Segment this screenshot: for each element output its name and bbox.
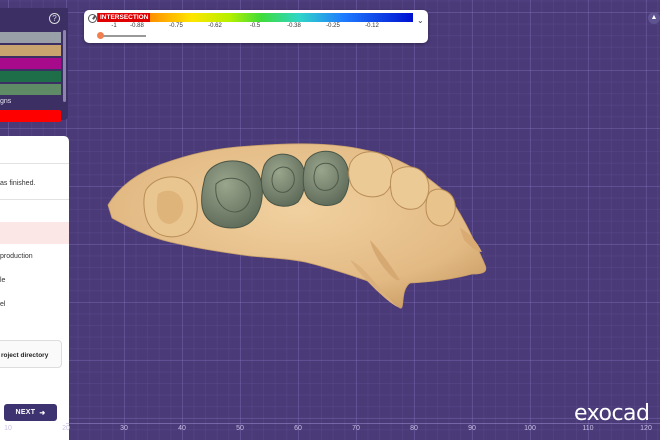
legend-tick: -0.12 (365, 23, 379, 29)
ruler-line (66, 423, 660, 424)
ruler-label: 50 (236, 425, 244, 432)
ruler-label: 70 (352, 425, 360, 432)
legend-title: INTERSECTION (98, 13, 151, 22)
tooth-incisor (425, 188, 456, 227)
workflow-option-el[interactable]: el (0, 301, 5, 308)
tooth-premolar (348, 151, 394, 198)
ruler-label: 30 (120, 425, 128, 432)
legend-tick: -0.5 (249, 23, 261, 29)
gauge-icon[interactable] (88, 14, 97, 23)
home-icon[interactable]: ▲ (648, 12, 660, 24)
ruler-label: 20 (62, 425, 70, 432)
workflow-selected-row[interactable] (0, 222, 69, 244)
legend-tick: -1 (111, 23, 117, 29)
ruler-label: 100 (524, 425, 536, 432)
ruler-label: 40 (178, 425, 186, 432)
layer-swatch-gray[interactable] (0, 32, 61, 43)
threshold-slider-thumb[interactable] (97, 32, 104, 39)
crown-3 (302, 150, 350, 206)
layer-swatch-tan[interactable] (0, 45, 61, 56)
tooth-canine (390, 166, 430, 210)
divider (0, 199, 69, 200)
help-icon[interactable]: ? (49, 13, 60, 24)
crown-1 (201, 160, 263, 229)
project-directory-label: roject directory (1, 352, 49, 359)
workflow-panel: as finished. production le el roject dir… (0, 136, 69, 440)
project-directory-button[interactable]: roject directory (0, 340, 62, 368)
threshold-slider-track[interactable] (100, 35, 146, 37)
ruler-label: 60 (294, 425, 302, 432)
workflow-option-le[interactable]: le (0, 277, 5, 284)
legend-tick: -0.75 (169, 23, 183, 29)
dental-model[interactable] (100, 140, 495, 315)
layer-swatch-red[interactable] (0, 110, 61, 122)
arrow-right-icon: ➜ (39, 409, 46, 417)
legend-tick: -0.38 (287, 23, 301, 29)
layer-label: gns (0, 98, 12, 105)
layer-swatch-green[interactable] (0, 84, 61, 95)
brand-logo: exocad (574, 401, 650, 426)
ruler-label: 10 (4, 425, 12, 432)
status-message: as finished. (0, 180, 36, 187)
legend-tick: -0.25 (326, 23, 340, 29)
ruler-label: 90 (468, 425, 476, 432)
ruler-label: 110 (582, 425, 594, 432)
workflow-option-production[interactable]: production (0, 253, 33, 260)
next-label: NEXT (15, 409, 36, 416)
ruler-label: 120 (640, 425, 652, 432)
layer-swatch-green-dark[interactable] (0, 71, 61, 82)
crown-2 (260, 153, 306, 207)
layer-panel: ? gns (0, 8, 68, 122)
layer-swatch-magenta[interactable] (0, 58, 61, 69)
layer-scrollbar[interactable] (63, 30, 66, 102)
chevron-down-icon[interactable]: ⌄ (417, 16, 424, 25)
divider (0, 163, 69, 164)
legend-tick: -0.88 (130, 23, 144, 29)
intersection-legend: INTERSECTION -1 -0.88 -0.75 -0.62 -0.5 -… (84, 10, 428, 43)
ruler-label: 80 (410, 425, 418, 432)
next-button[interactable]: NEXT ➜ (4, 404, 57, 421)
legend-tick: -0.62 (208, 23, 222, 29)
